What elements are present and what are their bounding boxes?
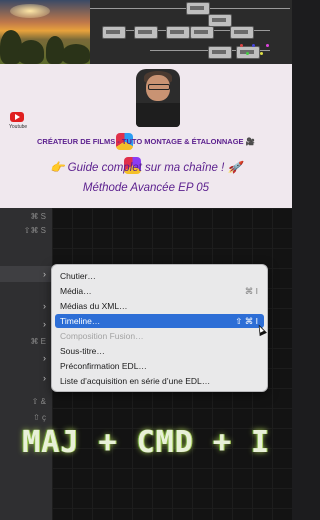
youtube-icon <box>10 112 24 122</box>
sunset-image <box>0 0 90 64</box>
top-thumbnail <box>0 0 292 64</box>
node[interactable] <box>134 26 158 39</box>
chevron-right-icon: › <box>43 319 46 329</box>
parent-menu-item[interactable]: › <box>0 319 52 331</box>
chevron-right-icon: › <box>43 269 46 279</box>
parent-menu-item[interactable]: ⌘ S <box>0 212 52 224</box>
menu-item-chutier[interactable]: Chutier… <box>55 269 264 283</box>
parent-menu: ⌘ S ⇧⌘ S › › › ⌘ E › › ⇧ & ⇧ ç <box>0 208 52 520</box>
node[interactable] <box>190 26 214 39</box>
node[interactable] <box>230 26 254 39</box>
parent-menu-item[interactable]: ⇧ & <box>0 397 52 409</box>
channel-title: CRÉATEUR DE FILMS - TUTO MONTAGE & ÉTALO… <box>37 137 255 146</box>
menu-item-preconfirmation-edl[interactable]: Préconfirmation EDL… <box>55 359 264 373</box>
avatar <box>136 69 180 127</box>
node[interactable] <box>102 26 126 39</box>
banner-episode-text: Méthode Avancée EP 05 <box>82 182 210 194</box>
menu-item-timeline[interactable]: Timeline… ⇧ ⌘ I <box>55 314 264 328</box>
parent-menu-item[interactable]: ⇧ ç <box>0 413 52 425</box>
parent-menu-item-import[interactable]: › <box>0 269 52 281</box>
menu-item-sous-titre[interactable]: Sous-titre… <box>55 344 264 358</box>
menu-item-liste-acquisition-edl[interactable]: Liste d’acquisition en série d’une EDL… <box>55 374 264 388</box>
menu-item-media[interactable]: Média… ⌘ I <box>55 284 264 298</box>
chevron-right-icon: › <box>43 301 46 311</box>
parent-menu-item[interactable]: › <box>0 353 52 365</box>
chevron-right-icon: › <box>43 353 46 363</box>
parent-menu-item[interactable]: › <box>0 373 52 385</box>
keyboard-shortcut-overlay: MAJ + CMD + I <box>22 425 270 460</box>
node[interactable] <box>208 46 232 59</box>
menu-item-medias-xml[interactable]: Médias du XML… <box>55 299 264 313</box>
menu-item-composition-fusion: Composition Fusion… <box>60 331 144 341</box>
chevron-right-icon: › <box>43 373 46 383</box>
parent-menu-item[interactable]: › <box>0 301 52 313</box>
node[interactable] <box>186 2 210 15</box>
banner-guide-text: 👉 Guide complet sur ma chaîne ! 🚀 <box>50 162 242 174</box>
youtube-label: Youtube <box>9 124 28 130</box>
node-graph <box>90 0 292 64</box>
parent-menu-item[interactable]: ⌘ E <box>0 337 52 349</box>
import-submenu: Chutier… Média… ⌘ I Médias du XML… Timeli… <box>51 264 268 392</box>
node[interactable] <box>166 26 190 39</box>
parent-menu-item[interactable]: ⇧⌘ S <box>0 226 52 238</box>
channel-banner: Youtube CRÉATEUR DE FILMS - TUTO MONTAGE… <box>0 64 292 208</box>
